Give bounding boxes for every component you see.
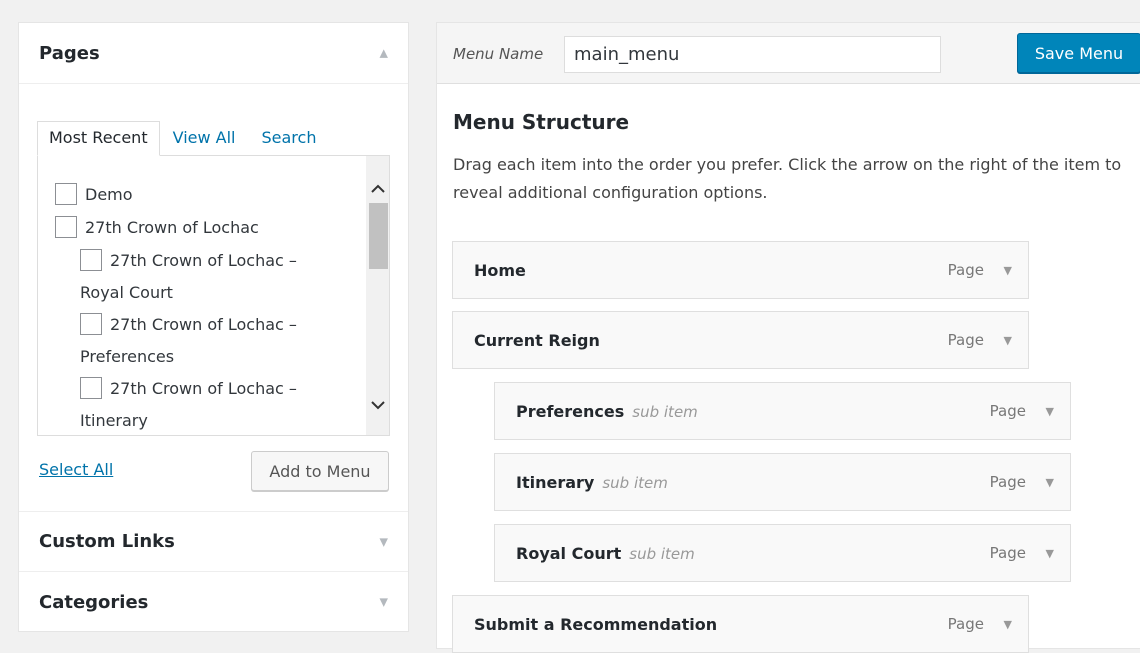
- menu-header: Menu Name main_menu Save Menu: [437, 23, 1140, 84]
- tab-search[interactable]: Search: [248, 122, 329, 156]
- save-menu-button[interactable]: Save Menu: [1017, 33, 1140, 73]
- menu-item-home[interactable]: Home Page ▼: [452, 241, 1029, 299]
- menu-item-type: Page: [989, 402, 1026, 420]
- page-item-label-cont: Preferences: [80, 347, 175, 366]
- page-item[interactable]: 27th Crown of Lochac – Preferences: [38, 308, 364, 372]
- menu-item-title: Home: [474, 260, 526, 280]
- pages-tabs: Most Recent View All Search: [37, 121, 329, 156]
- pages-list: Demo 27th Crown of Lochac 27th Crown of …: [38, 156, 364, 435]
- pages-list-box: Demo 27th Crown of Lochac 27th Crown of …: [37, 155, 390, 436]
- menu-item-title: Royal Court sub item: [516, 543, 695, 563]
- arrow-down-icon[interactable]: ▼: [1046, 547, 1054, 560]
- page-item[interactable]: 27th Crown of Lochac – Itinerary: [38, 372, 364, 435]
- chevron-up-icon[interactable]: [366, 176, 389, 200]
- arrow-down-icon[interactable]: ▼: [380, 596, 388, 609]
- arrow-down-icon[interactable]: ▼: [1004, 264, 1012, 277]
- custom-links-title: Custom Links: [39, 531, 175, 552]
- pages-section-header[interactable]: Pages ▲: [19, 23, 408, 84]
- arrow-down-icon[interactable]: ▼: [1046, 476, 1054, 489]
- pages-section-title: Pages: [39, 42, 100, 64]
- select-all-link[interactable]: Select All: [39, 460, 113, 479]
- page-item[interactable]: 27th Crown of Lochac: [38, 211, 364, 244]
- add-to-menu-button[interactable]: Add to Menu: [251, 451, 389, 491]
- arrow-down-icon[interactable]: ▼: [1046, 405, 1054, 418]
- menu-item-title: Preferences sub item: [516, 401, 698, 421]
- page-item-label-cont: Itinerary: [80, 411, 148, 430]
- checkbox-icon[interactable]: [80, 377, 102, 399]
- checkbox-icon[interactable]: [55, 216, 77, 238]
- tab-view-all[interactable]: View All: [160, 122, 249, 156]
- chevron-down-icon[interactable]: [366, 393, 389, 417]
- menu-item-title: Submit a Recommendation: [474, 614, 718, 634]
- custom-links-section-header[interactable]: Custom Links ▼: [19, 512, 408, 572]
- menu-item-current-reign[interactable]: Current Reign Page ▼: [452, 311, 1029, 369]
- menu-name-label: Menu Name: [453, 45, 544, 63]
- categories-section-header[interactable]: Categories ▼: [19, 572, 408, 632]
- menu-item-itinerary[interactable]: Itinerary sub item Page ▼: [494, 453, 1071, 511]
- page-item-label: 27th Crown of Lochac –: [110, 251, 297, 270]
- menu-item-type: Page: [947, 615, 984, 633]
- checkbox-icon[interactable]: [80, 313, 102, 335]
- menu-item-preferences[interactable]: Preferences sub item Page ▼: [494, 382, 1071, 440]
- checkbox-icon[interactable]: [55, 183, 77, 205]
- pages-scrollbar[interactable]: [366, 156, 389, 435]
- page-item-label: 27th Crown of Lochac –: [110, 315, 297, 334]
- page-item-label: 27th Crown of Lochac –: [110, 379, 297, 398]
- menu-structure-description: Drag each item into the order you prefer…: [453, 155, 1122, 202]
- arrow-down-icon[interactable]: ▼: [380, 535, 388, 548]
- menu-item-title: Current Reign: [474, 330, 600, 350]
- page-item[interactable]: Demo: [38, 178, 364, 211]
- sub-item-label: sub item: [632, 402, 698, 421]
- pages-section-body: Most Recent View All Search Demo 27th Cr…: [19, 84, 408, 512]
- arrow-up-icon[interactable]: ▲: [380, 47, 388, 60]
- checkbox-icon[interactable]: [80, 249, 102, 271]
- page-item-label: 27th Crown of Lochac: [85, 218, 259, 237]
- menu-item-submit-recommendation[interactable]: Submit a Recommendation Page ▼: [452, 595, 1029, 653]
- menu-item-type: Page: [989, 544, 1026, 562]
- categories-title: Categories: [39, 591, 149, 613]
- menu-item-title: Itinerary sub item: [516, 472, 668, 492]
- menu-item-royal-court[interactable]: Royal Court sub item Page ▼: [494, 524, 1071, 582]
- tab-most-recent[interactable]: Most Recent: [37, 121, 160, 156]
- menu-item-type: Page: [947, 261, 984, 279]
- sub-item-label: sub item: [629, 544, 695, 563]
- right-panel: Menu Name main_menu Save Menu Menu Struc…: [436, 22, 1140, 653]
- page-item[interactable]: 27th Crown of Lochac – Royal Court: [38, 244, 364, 308]
- arrow-down-icon[interactable]: ▼: [1004, 618, 1012, 631]
- menu-item-type: Page: [947, 331, 984, 349]
- menu-structure-title: Menu Structure: [453, 110, 630, 134]
- menu-item-type: Page: [989, 473, 1026, 491]
- left-panel: Pages ▲ Most Recent View All Search Demo…: [18, 22, 409, 632]
- page-item-label: Demo: [85, 185, 133, 204]
- sub-item-label: sub item: [602, 473, 668, 492]
- arrow-down-icon[interactable]: ▼: [1004, 334, 1012, 347]
- scrollbar-thumb[interactable]: [369, 203, 388, 269]
- menu-name-input[interactable]: main_menu: [564, 36, 941, 73]
- page-item-label-cont: Royal Court: [80, 283, 173, 302]
